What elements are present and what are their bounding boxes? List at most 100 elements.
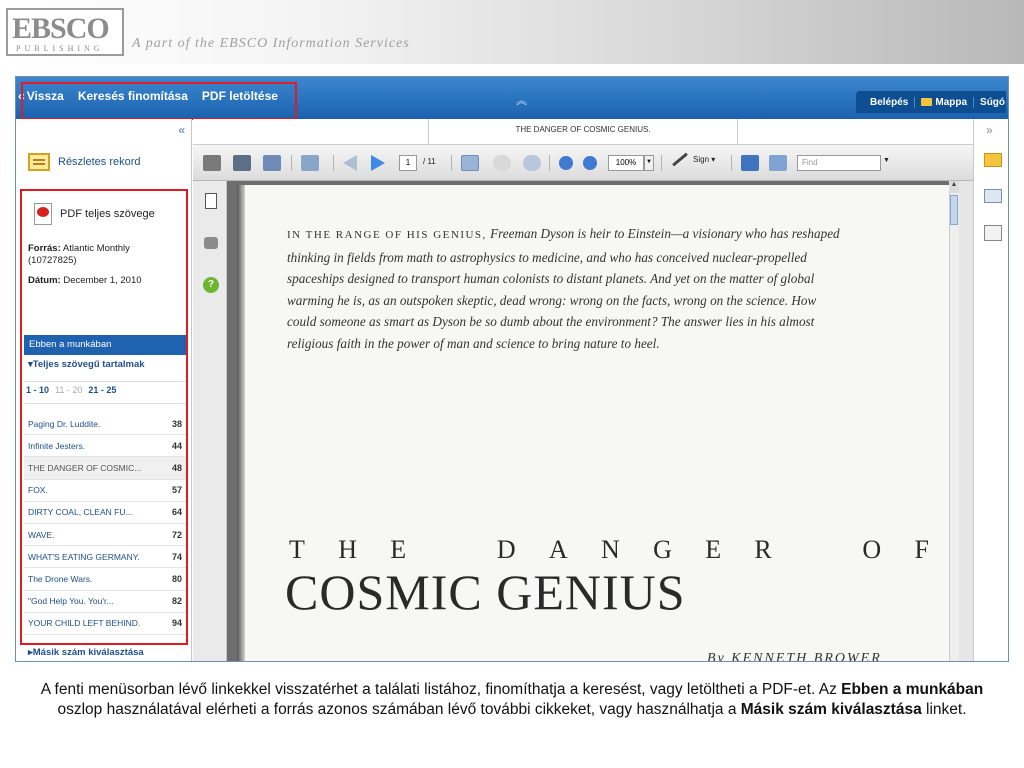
email-icon[interactable] xyxy=(263,155,281,171)
detailed-record-link[interactable]: Részletes rekord xyxy=(28,153,141,171)
article-intro-lead: IN THE RANGE OF HIS GENIUS, xyxy=(287,229,487,241)
toolbar-separator xyxy=(333,155,334,171)
nav-highlight-box xyxy=(21,82,297,120)
next-page-icon[interactable] xyxy=(371,155,385,171)
issue-article-list: Paging Dr. Luddite. 38 Infinite Jesters. 4… xyxy=(24,413,186,635)
vertical-scrollbar[interactable] xyxy=(949,181,959,661)
add-to-folder-icon[interactable] xyxy=(984,153,1002,167)
ebsco-logo: EBSCO PUBLISHING xyxy=(6,8,124,56)
caption-bold-other-issue: Másik szám kiválasztása xyxy=(740,701,922,718)
article-title: Infinite Jesters. xyxy=(28,440,86,451)
sign-label: Sign ▾ xyxy=(693,155,716,164)
print-icon[interactable] xyxy=(203,155,221,171)
article-kicker: T H E D A N G E R O F xyxy=(289,535,929,565)
help-icon[interactable]: ? xyxy=(203,277,219,293)
article-row[interactable]: YOUR CHILD LEFT BEHIND. 94 xyxy=(24,613,186,635)
article-row[interactable]: WHAT'S EATING GERMANY. 74 xyxy=(24,546,186,569)
full-text-contents-toggle[interactable]: ▾Teljes szövegű tartalmak xyxy=(28,359,145,370)
article-intro-text: Freeman Dyson is heir to Einstein—a visi… xyxy=(287,226,840,351)
pdf-full-text-link[interactable]: PDF teljes szövege xyxy=(34,203,155,225)
toolbar-separator xyxy=(731,155,732,171)
article-title: WAVE. xyxy=(28,529,55,540)
article-page: 64 xyxy=(171,507,182,518)
pdf-full-text-label: PDF teljes szövege xyxy=(60,208,155,220)
pager-21-25[interactable]: 21 - 25 xyxy=(88,385,116,395)
previous-page-icon[interactable] xyxy=(343,155,357,171)
kicker-letter: R xyxy=(754,535,772,564)
document-title: THE DANGER OF COSMIC GENIUS. xyxy=(428,119,738,145)
record-icon xyxy=(28,153,50,171)
zoom-out-icon[interactable] xyxy=(559,156,573,170)
zoom-in-icon[interactable] xyxy=(583,156,597,170)
left-panel: « Részletes rekord PDF teljes szövege Fo… xyxy=(16,119,192,661)
pager-11-20[interactable]: 11 - 20 xyxy=(55,385,82,395)
article-title: The Drone Wars. xyxy=(28,573,93,584)
article-page: 44 xyxy=(171,440,182,451)
scrollbar-thumb[interactable] xyxy=(950,195,958,225)
page-number-input[interactable]: 1 xyxy=(399,155,417,171)
select-other-issue-link[interactable]: ▸Másik szám kiválasztása xyxy=(28,647,144,658)
viewer-side-tools: ? xyxy=(193,181,227,661)
kicker-letter: G xyxy=(653,535,672,564)
detailed-record-label: Részletes rekord xyxy=(58,156,141,168)
kicker-letter: E xyxy=(705,535,722,564)
article-page: 57 xyxy=(171,485,182,496)
export-icon[interactable] xyxy=(984,225,1002,241)
article-title: THE DANGER OF COSMIC... xyxy=(28,462,142,473)
article-row[interactable]: The Drone Wars. 80 xyxy=(24,568,186,591)
hand-tool-icon[interactable] xyxy=(493,155,511,171)
select-text-icon[interactable] xyxy=(461,155,479,171)
find-input[interactable]: Find xyxy=(797,155,881,171)
fit-page-icon[interactable] xyxy=(769,155,787,171)
zoom-level-input[interactable]: 100% xyxy=(608,155,644,171)
find-dropdown-icon[interactable]: ▼ xyxy=(883,157,890,164)
document-page: IN THE RANGE OF HIS GENIUS, Freeman Dyso… xyxy=(237,185,953,661)
toolbar-separator xyxy=(451,155,452,171)
logo-main-text: EBSCO xyxy=(12,12,110,45)
zoom-dropdown-icon[interactable]: ▼ xyxy=(644,155,654,171)
caption-text: A fenti menüsorban lévő linkekkel vissza… xyxy=(40,681,842,698)
help-link[interactable]: Súgó xyxy=(974,97,1008,108)
pager-1-10[interactable]: 1 - 10 xyxy=(26,385,49,395)
article-row[interactable]: WAVE. 72 xyxy=(24,524,186,547)
article-row[interactable]: Paging Dr. Luddite. 38 xyxy=(24,413,186,436)
tools-icon[interactable] xyxy=(301,155,319,171)
kicker-letter: A xyxy=(548,535,568,564)
article-row[interactable]: "God Help You. You'r... 82 xyxy=(24,591,186,613)
article-title: DIRTY COAL, CLEAN FU... xyxy=(28,507,133,518)
sign-button[interactable]: Sign ▾ xyxy=(671,152,716,167)
article-row[interactable]: FOX. 57 xyxy=(24,480,186,502)
login-link[interactable]: Belépés xyxy=(864,96,916,108)
double-chevron-up-icon[interactable]: ︽ xyxy=(516,92,527,108)
article-row[interactable]: DIRTY COAL, CLEAN FU... 64 xyxy=(24,502,186,524)
date-value: December 1, 2010 xyxy=(63,275,142,286)
caption-bold-in-this-issue: Ebben a munkában xyxy=(841,681,984,698)
article-title-large: COSMIC GENIUS xyxy=(285,564,686,620)
marquee-zoom-icon[interactable] xyxy=(523,155,541,171)
in-this-issue-header: Ebben a munkában xyxy=(24,335,186,355)
kicker-letter: F xyxy=(914,535,929,564)
collapse-left-panel-icon[interactable]: « xyxy=(178,123,185,137)
right-tools-panel: » xyxy=(973,119,1008,661)
article-row-current: THE DANGER OF COSMIC... 48 xyxy=(24,457,186,480)
binoculars-icon[interactable] xyxy=(204,237,218,249)
email-article-icon[interactable] xyxy=(984,189,1002,203)
folder-link[interactable]: Mappa xyxy=(915,96,975,108)
scroll-up-icon[interactable]: ▲ xyxy=(949,181,959,193)
expand-right-panel-icon[interactable]: » xyxy=(986,123,993,137)
fit-width-icon[interactable] xyxy=(741,155,759,171)
kicker-gap xyxy=(440,535,464,565)
article-title: Paging Dr. Luddite. xyxy=(28,418,101,429)
save-icon[interactable] xyxy=(233,155,251,171)
page-thumbnail-icon[interactable] xyxy=(205,193,217,209)
date-label: Dátum: xyxy=(28,275,61,286)
article-title: YOUR CHILD LEFT BEHIND. xyxy=(28,618,141,629)
document-page-area: IN THE RANGE OF HIS GENIUS, Freeman Dyso… xyxy=(227,181,959,661)
document-title-bar: THE DANGER OF COSMIC GENIUS. xyxy=(193,119,973,145)
article-row[interactable]: Infinite Jesters. 44 xyxy=(24,435,186,458)
caption-text: linket. xyxy=(921,701,967,718)
divider xyxy=(24,381,186,382)
banner-tagline: A part of the EBSCO Information Services xyxy=(132,36,410,51)
source-info: Forrás: Atlantic Monthly (10727825) xyxy=(28,243,178,267)
article-page: 94 xyxy=(171,618,182,629)
